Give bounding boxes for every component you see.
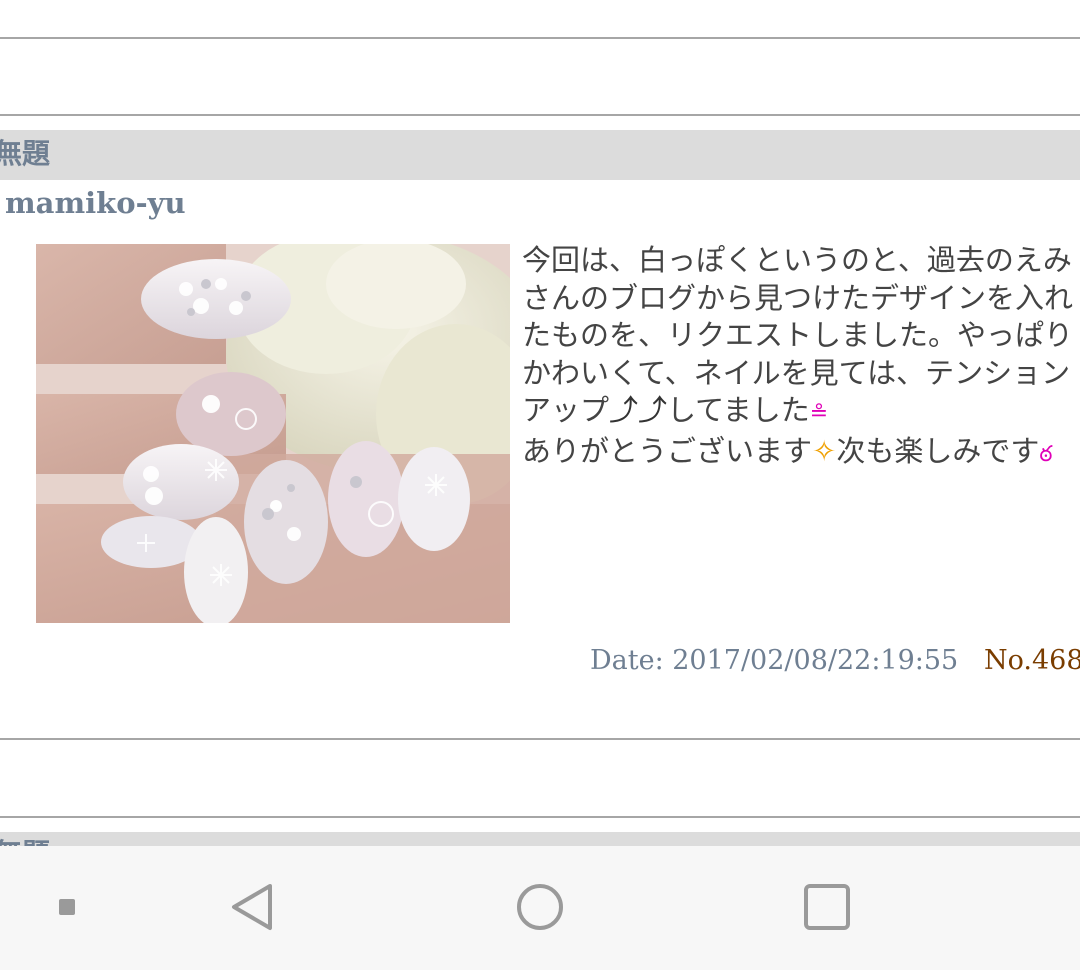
home-icon — [517, 884, 563, 930]
post-body-text: してました — [667, 393, 810, 427]
up-arrows-emoji: ⤴⤴ — [609, 393, 668, 427]
divider — [0, 114, 1080, 116]
back-icon — [232, 884, 272, 930]
post-date: Date: 2017/02/08/22:19:55 — [590, 645, 959, 676]
grin-emoji: ఠ — [1039, 441, 1053, 467]
divider — [0, 738, 1080, 740]
menu-button[interactable] — [40, 846, 96, 970]
post-title: 無題 — [0, 137, 51, 170]
post-author: mamiko-yu — [5, 186, 186, 220]
divider — [0, 37, 1080, 39]
divider — [0, 816, 1080, 818]
sparkle-emoji: ✧ — [812, 433, 837, 468]
smile-emoji: ≗ — [809, 401, 829, 426]
next-post-title: 無題 — [0, 836, 50, 846]
nail-photo[interactable] — [36, 244, 510, 623]
post-title-bar — [0, 130, 1080, 180]
back-button[interactable] — [218, 846, 290, 970]
menu-icon — [59, 899, 75, 915]
android-navigation-bar — [0, 846, 1080, 970]
post-body-text: 次も楽しみです — [836, 433, 1040, 468]
recents-button[interactable] — [790, 846, 864, 970]
next-post-title-bar: 無題 — [0, 832, 1080, 846]
recents-icon — [804, 884, 850, 930]
nail-photo-illustration — [36, 244, 510, 623]
post-number[interactable]: No.468 — [984, 641, 1080, 681]
post-body: 今回は、白っぽくというのと、過去のえみさんのブログから見つけたデザインを入れたも… — [522, 242, 1080, 473]
home-button[interactable] — [502, 846, 578, 970]
post-body-text: ありがとうございます — [522, 433, 813, 468]
page: 無題 mamiko-yu 今回は、白っぽくというのと、過去のえみさんのブログから… — [0, 0, 1080, 970]
